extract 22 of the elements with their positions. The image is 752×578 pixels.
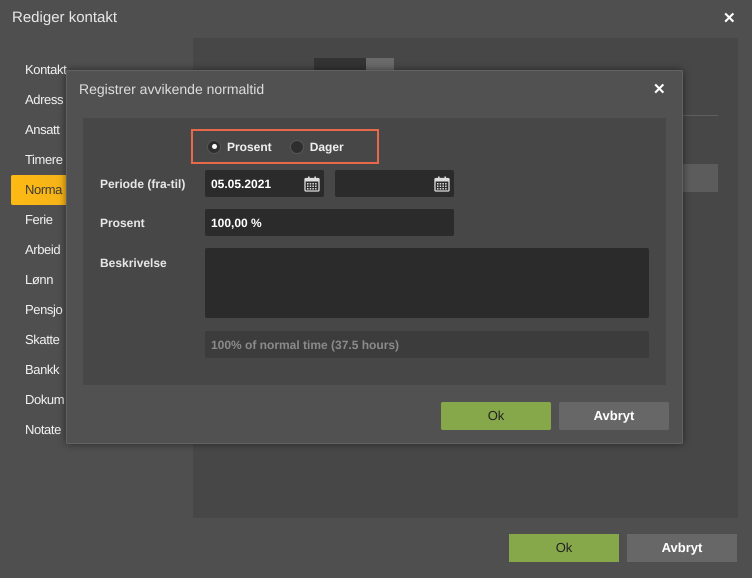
radio-button[interactable] — [207, 140, 221, 154]
calendar-icon[interactable] — [304, 176, 320, 192]
input-field[interactable]: 100,00 % — [205, 209, 454, 236]
calendar-icon[interactable] — [434, 176, 450, 192]
date-field[interactable] — [335, 170, 454, 197]
date-field[interactable]: 05.05.2021 — [205, 170, 324, 197]
ok-button[interactable]: Ok — [441, 402, 551, 430]
field-label: Periode (fra-til) — [100, 176, 186, 192]
window-title: Rediger kontakt — [12, 8, 118, 28]
close-button[interactable]: ✕ — [653, 82, 666, 96]
cancel-button[interactable]: Avbryt — [627, 534, 737, 562]
date-value: 05.05.2021 — [211, 176, 272, 192]
field-label: Prosent — [100, 214, 146, 232]
dialog-title: Registrer avvikende normaltid — [79, 80, 264, 99]
close-button[interactable]: ✕ — [723, 10, 736, 26]
field-label: Beskrivelse — [100, 255, 168, 272]
cancel-button[interactable]: Avbryt — [559, 402, 669, 430]
radio-option[interactable]: Prosent — [207, 138, 272, 156]
radio-button[interactable] — [290, 140, 304, 154]
info-text: 100% of normal time (37.5 hours) — [205, 331, 649, 358]
radio-option[interactable]: Dager — [290, 138, 344, 156]
ok-button[interactable]: Ok — [509, 534, 619, 562]
